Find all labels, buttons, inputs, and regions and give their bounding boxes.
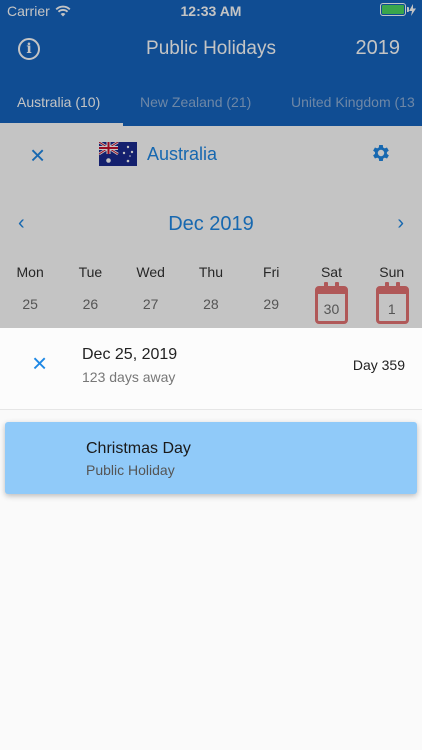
modal-backdrop[interactable] [0,0,422,328]
selected-date: Dec 25, 2019 [82,346,178,363]
holiday-name: Christmas Day [86,440,191,457]
sheet-header: × Dec 25, 2019 123 days away Day 359 [0,328,422,410]
holiday-card[interactable]: Christmas Day Public Holiday [5,422,417,494]
holiday-bottom-sheet: × Dec 25, 2019 123 days away Day 359 Chr… [0,328,422,750]
holiday-type: Public Holiday [86,462,175,478]
close-sheet-button[interactable]: × [32,350,47,376]
day-of-year-label: Day 359 [352,357,405,373]
days-away-label: 123 days away [82,369,176,385]
